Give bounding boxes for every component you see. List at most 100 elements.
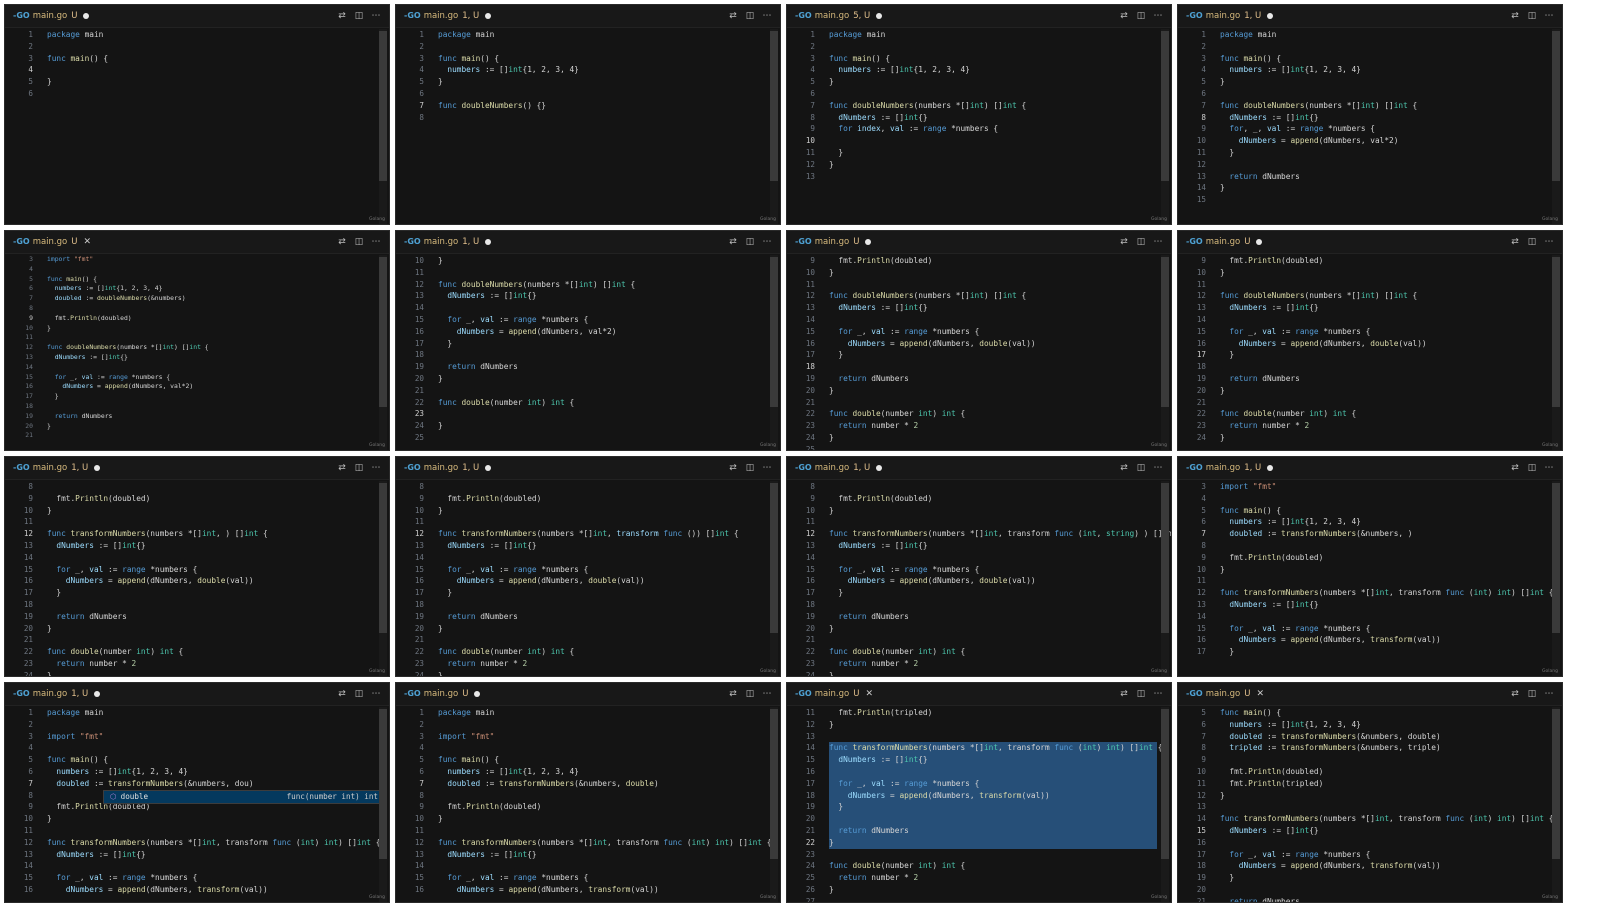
vertical-scrollbar[interactable]	[1161, 29, 1169, 224]
compare-changes-icon[interactable]: ⇄	[1117, 461, 1131, 475]
compare-changes-icon[interactable]: ⇄	[726, 235, 740, 249]
split-editor-icon[interactable]: ◫	[743, 461, 757, 475]
vertical-scrollbar[interactable]	[1552, 29, 1560, 224]
more-actions-icon[interactable]: ⋯	[369, 9, 383, 23]
more-actions-icon[interactable]: ⋯	[1542, 687, 1556, 701]
more-actions-icon[interactable]: ⋯	[1151, 461, 1165, 475]
scrollbar-thumb[interactable]	[1161, 709, 1169, 859]
vertical-scrollbar[interactable]	[770, 29, 778, 224]
compare-changes-icon[interactable]: ⇄	[335, 461, 349, 475]
more-actions-icon[interactable]: ⋯	[1151, 9, 1165, 23]
scrollbar-thumb[interactable]	[1161, 483, 1169, 633]
file-tab[interactable]: -GO main.go U	[1186, 235, 1263, 249]
file-tab[interactable]: -GO main.go U	[13, 9, 90, 23]
scrollbar-thumb[interactable]	[770, 257, 778, 407]
split-editor-icon[interactable]: ◫	[743, 235, 757, 249]
scrollbar-thumb[interactable]	[1161, 257, 1169, 407]
split-editor-icon[interactable]: ◫	[1134, 687, 1148, 701]
file-tab[interactable]: -GO main.go 5, U	[795, 9, 883, 23]
vertical-scrollbar[interactable]	[1161, 707, 1169, 902]
autocomplete-item[interactable]: ⬡ double func(number int) int	[104, 790, 384, 803]
file-tab[interactable]: -GO main.go U ✕	[1186, 687, 1264, 701]
scrollbar-thumb[interactable]	[1552, 709, 1560, 859]
code-area[interactable]: fmt.Println(doubled)} func doubleNumbers(…	[829, 255, 1157, 450]
close-icon[interactable]: ✕	[865, 689, 873, 699]
more-actions-icon[interactable]: ⋯	[369, 235, 383, 249]
more-actions-icon[interactable]: ⋯	[1151, 687, 1165, 701]
more-actions-icon[interactable]: ⋯	[1151, 235, 1165, 249]
more-actions-icon[interactable]: ⋯	[369, 461, 383, 475]
code-area[interactable]: package main func main() { numbers := []i…	[1220, 29, 1548, 224]
scrollbar-thumb[interactable]	[379, 483, 387, 633]
close-icon[interactable]: ✕	[1256, 689, 1264, 699]
code-area[interactable]: package main func main() { numbers := []i…	[829, 29, 1157, 224]
compare-changes-icon[interactable]: ⇄	[335, 9, 349, 23]
vertical-scrollbar[interactable]	[770, 255, 778, 450]
compare-changes-icon[interactable]: ⇄	[1508, 235, 1522, 249]
more-actions-icon[interactable]: ⋯	[760, 461, 774, 475]
autocomplete-popup[interactable]: ⬡ double func(number int) int	[103, 789, 385, 804]
code-area[interactable]: import "fmt" func main() { numbers := []i…	[47, 255, 375, 450]
scrollbar-thumb[interactable]	[1161, 31, 1169, 181]
split-editor-icon[interactable]: ◫	[1134, 461, 1148, 475]
vertical-scrollbar[interactable]	[1161, 255, 1169, 450]
code-area[interactable]: fmt.Println(tripled)} func transformNumbe…	[829, 707, 1162, 902]
more-actions-icon[interactable]: ⋯	[1542, 9, 1556, 23]
compare-changes-icon[interactable]: ⇄	[726, 461, 740, 475]
scrollbar-thumb[interactable]	[770, 31, 778, 181]
code-area[interactable]: package main import "fmt" func main() { nu…	[438, 707, 771, 902]
file-tab[interactable]: -GO main.go 1, U	[13, 461, 101, 475]
split-editor-icon[interactable]: ◫	[352, 235, 366, 249]
file-tab[interactable]: -GO main.go 1, U	[795, 461, 883, 475]
more-actions-icon[interactable]: ⋯	[760, 9, 774, 23]
file-tab[interactable]: -GO main.go 1, U	[404, 461, 492, 475]
compare-changes-icon[interactable]: ⇄	[335, 235, 349, 249]
code-area[interactable]: fmt.Println(doubled)} func doubleNumbers(…	[1220, 255, 1548, 450]
code-area[interactable]: fmt.Println(doubled)} func transformNumbe…	[438, 481, 766, 676]
code-area[interactable]: } func doubleNumbers(numbers *[]int) []in…	[438, 255, 766, 450]
vertical-scrollbar[interactable]	[379, 481, 387, 676]
scrollbar-thumb[interactable]	[770, 709, 778, 859]
code-area[interactable]: func main() { numbers := []int{1, 2, 3, …	[1220, 707, 1553, 902]
compare-changes-icon[interactable]: ⇄	[726, 9, 740, 23]
vertical-scrollbar[interactable]	[770, 707, 778, 902]
file-tab[interactable]: -GO main.go 1, U	[404, 235, 492, 249]
vertical-scrollbar[interactable]	[1161, 481, 1169, 676]
more-actions-icon[interactable]: ⋯	[1542, 235, 1556, 249]
file-tab[interactable]: -GO main.go 1, U	[1186, 461, 1274, 475]
compare-changes-icon[interactable]: ⇄	[1117, 687, 1131, 701]
code-area[interactable]: package main func main() { }	[47, 29, 375, 224]
vertical-scrollbar[interactable]	[1552, 707, 1560, 902]
compare-changes-icon[interactable]: ⇄	[1117, 235, 1131, 249]
file-tab[interactable]: -GO main.go 1, U	[1186, 9, 1274, 23]
file-tab[interactable]: -GO main.go U	[795, 235, 872, 249]
compare-changes-icon[interactable]: ⇄	[1117, 9, 1131, 23]
close-icon[interactable]: ✕	[83, 237, 91, 247]
file-tab[interactable]: -GO main.go 1, U	[13, 687, 101, 701]
split-editor-icon[interactable]: ◫	[352, 461, 366, 475]
more-actions-icon[interactable]: ⋯	[760, 235, 774, 249]
vertical-scrollbar[interactable]	[379, 707, 387, 902]
code-area[interactable]: fmt.Println(doubled)} func transformNumbe…	[829, 481, 1171, 676]
file-tab[interactable]: -GO main.go U ✕	[13, 235, 91, 249]
scrollbar-thumb[interactable]	[770, 483, 778, 633]
file-tab[interactable]: -GO main.go 1, U	[404, 9, 492, 23]
compare-changes-icon[interactable]: ⇄	[1508, 9, 1522, 23]
split-editor-icon[interactable]: ◫	[352, 9, 366, 23]
more-actions-icon[interactable]: ⋯	[1542, 461, 1556, 475]
code-area[interactable]: fmt.Println(doubled)} func transformNumbe…	[47, 481, 375, 676]
scrollbar-thumb[interactable]	[379, 709, 387, 859]
more-actions-icon[interactable]: ⋯	[760, 687, 774, 701]
split-editor-icon[interactable]: ◫	[743, 9, 757, 23]
scrollbar-thumb[interactable]	[1552, 31, 1560, 181]
file-tab[interactable]: -GO main.go U	[404, 687, 481, 701]
split-editor-icon[interactable]: ◫	[1525, 235, 1539, 249]
vertical-scrollbar[interactable]	[379, 255, 387, 450]
split-editor-icon[interactable]: ◫	[1134, 235, 1148, 249]
compare-changes-icon[interactable]: ⇄	[335, 687, 349, 701]
split-editor-icon[interactable]: ◫	[743, 687, 757, 701]
scrollbar-thumb[interactable]	[1552, 483, 1560, 633]
compare-changes-icon[interactable]: ⇄	[726, 687, 740, 701]
code-area[interactable]: package main import "fmt" func main() { nu…	[47, 707, 380, 902]
compare-changes-icon[interactable]: ⇄	[1508, 687, 1522, 701]
